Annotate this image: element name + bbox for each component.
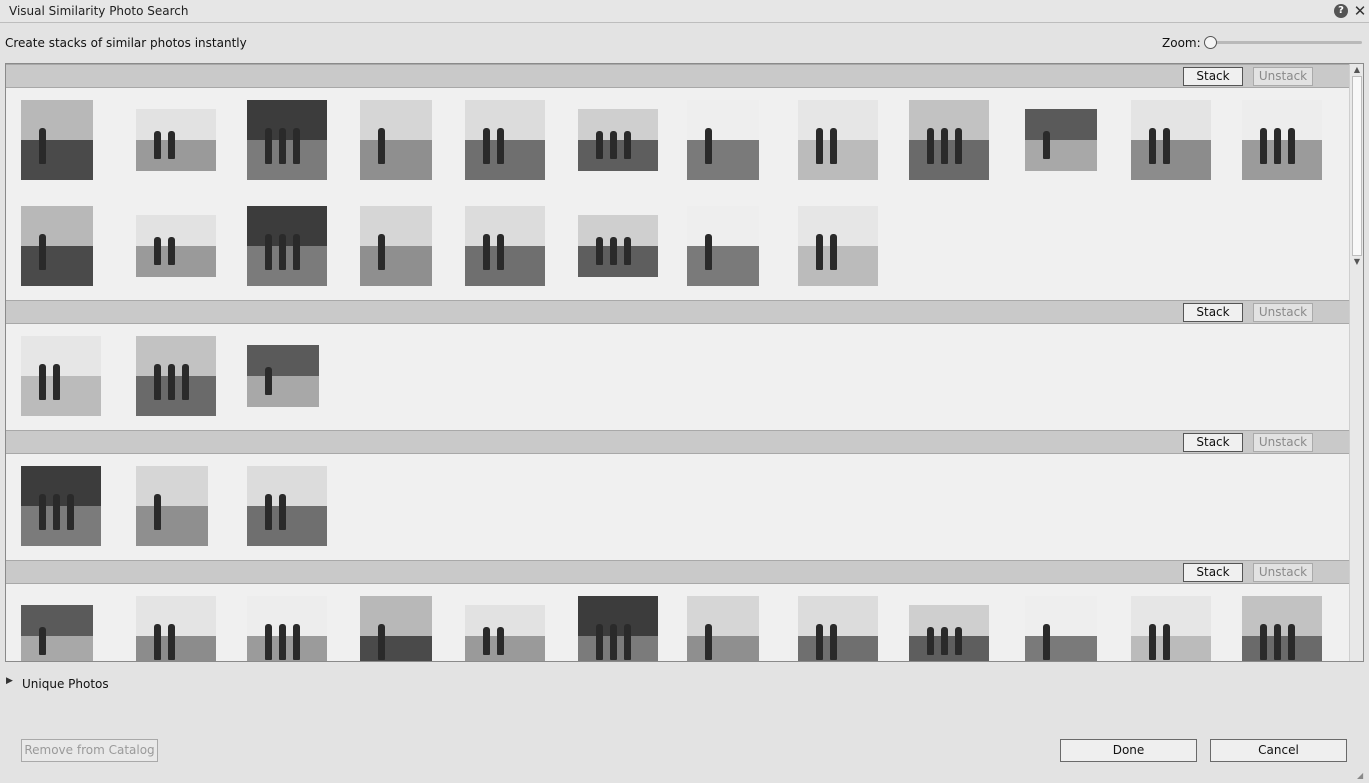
remove-from-catalog-button[interactable]: Remove from Catalog: [21, 739, 158, 762]
photo-thumbnail[interactable]: [798, 206, 878, 286]
photo-thumbnail[interactable]: [578, 109, 658, 171]
vertical-scrollbar[interactable]: ▲ ▼: [1349, 64, 1363, 661]
photo-thumbnail[interactable]: [21, 466, 101, 546]
photo-thumbnail[interactable]: [360, 596, 432, 661]
photo-thumbnail[interactable]: [136, 466, 208, 546]
stack-button[interactable]: Stack: [1183, 563, 1243, 582]
photo-thumbnail[interactable]: [21, 605, 93, 661]
stack-button[interactable]: Stack: [1183, 67, 1243, 86]
cancel-button[interactable]: Cancel: [1210, 739, 1347, 762]
photo-thumbnail[interactable]: [1025, 596, 1097, 661]
unstack-button[interactable]: Unstack: [1253, 303, 1313, 322]
photo-thumbnail[interactable]: [465, 100, 545, 180]
scroll-up-icon[interactable]: ▲: [1352, 65, 1362, 75]
photo-thumbnail[interactable]: [1131, 100, 1211, 180]
help-icon[interactable]: ?: [1334, 4, 1348, 18]
photo-thumbnail[interactable]: [136, 109, 216, 171]
photo-thumbnail[interactable]: [909, 605, 989, 661]
photo-thumbnail[interactable]: [687, 100, 759, 180]
stack-group-header: Stack Unstack: [6, 64, 1349, 88]
photo-thumbnail[interactable]: [798, 596, 878, 661]
close-icon[interactable]: ✕: [1352, 2, 1368, 20]
photo-thumbnail[interactable]: [360, 206, 432, 286]
zoom-slider-thumb[interactable]: [1204, 36, 1217, 49]
photo-thumbnail[interactable]: [136, 215, 216, 277]
stack-group-header: Stack Unstack: [6, 300, 1349, 324]
photo-thumbnail[interactable]: [687, 596, 759, 661]
photo-thumbnail[interactable]: [21, 336, 101, 416]
resize-grip-icon[interactable]: ◢: [1357, 771, 1367, 781]
unstack-button[interactable]: Unstack: [1253, 563, 1313, 582]
done-button[interactable]: Done: [1060, 739, 1197, 762]
scroll-thumb[interactable]: [1352, 76, 1362, 256]
zoom-label: Zoom:: [1162, 36, 1201, 50]
photo-thumbnail[interactable]: [247, 466, 327, 546]
stack-group-header: Stack Unstack: [6, 430, 1349, 454]
unstack-button[interactable]: Unstack: [1253, 433, 1313, 452]
stack-group-header: Stack Unstack: [6, 560, 1349, 584]
photo-thumbnail[interactable]: [1242, 100, 1322, 180]
photo-thumbnail[interactable]: [247, 206, 327, 286]
photo-thumbnail[interactable]: [360, 100, 432, 180]
photo-thumbnail[interactable]: [21, 206, 93, 286]
photo-thumbnail[interactable]: [465, 206, 545, 286]
photo-thumbnail[interactable]: [21, 100, 93, 180]
photo-thumbnail[interactable]: [247, 100, 327, 180]
stack-button[interactable]: Stack: [1183, 303, 1243, 322]
results-panel: Stack Unstack Stack Unstack Stack Unstack Stac…: [5, 63, 1364, 662]
unique-photos-label: Unique Photos: [22, 677, 109, 691]
expand-arrow-icon: ▶: [6, 676, 13, 686]
photo-thumbnail[interactable]: [1131, 596, 1211, 661]
photo-thumbnail[interactable]: [798, 100, 878, 180]
photo-thumbnail[interactable]: [136, 596, 216, 661]
photo-thumbnail[interactable]: [465, 605, 545, 661]
photo-thumbnail[interactable]: [136, 336, 216, 416]
title-bar: Visual Similarity Photo Search ? ✕: [0, 0, 1369, 23]
zoom-slider-track[interactable]: [1210, 41, 1362, 44]
photo-thumbnail[interactable]: [1025, 109, 1097, 171]
subtitle: Create stacks of similar photos instantl…: [5, 36, 247, 50]
photo-thumbnail[interactable]: [687, 206, 759, 286]
photo-thumbnail[interactable]: [247, 345, 319, 407]
window-title: Visual Similarity Photo Search: [9, 4, 189, 18]
photo-thumbnail[interactable]: [578, 596, 658, 661]
stack-button[interactable]: Stack: [1183, 433, 1243, 452]
photo-thumbnail[interactable]: [1242, 596, 1322, 661]
scroll-down-icon[interactable]: ▼: [1352, 257, 1362, 267]
unstack-button[interactable]: Unstack: [1253, 67, 1313, 86]
photo-thumbnail[interactable]: [578, 215, 658, 277]
photo-thumbnail[interactable]: [909, 100, 989, 180]
photo-thumbnail[interactable]: [247, 596, 327, 661]
